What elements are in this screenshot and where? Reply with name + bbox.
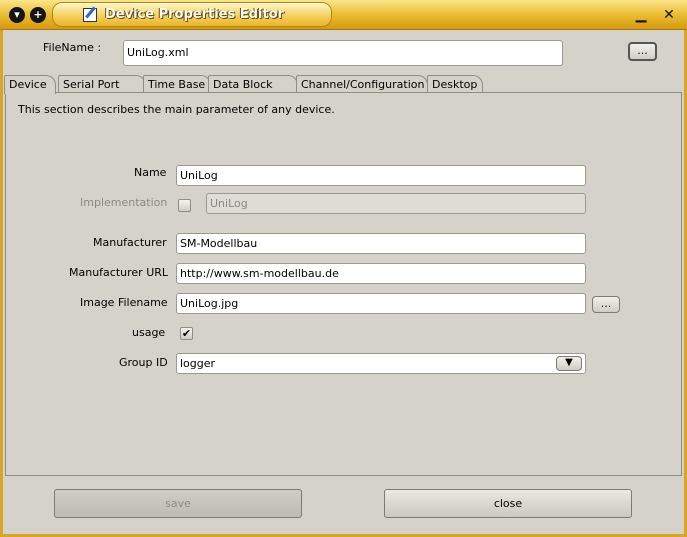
close-button[interactable]: close xyxy=(384,489,632,518)
tab-desktop[interactable]: Desktop xyxy=(427,75,483,93)
implementation-field[interactable]: UniLog xyxy=(206,193,586,214)
usage-label: usage xyxy=(132,326,166,339)
filename-label: FileName : xyxy=(43,41,102,54)
tab-time-base[interactable]: Time Base xyxy=(143,75,211,93)
tab-serial-port[interactable]: Serial Port xyxy=(58,75,146,93)
edit-icon xyxy=(83,8,97,22)
image-filename-label: Image Filename xyxy=(80,296,168,309)
name-label: Name xyxy=(134,166,167,179)
tab-channel-configuration[interactable]: Channel/Configuration xyxy=(296,75,428,93)
image-filename-field[interactable]: UniLog.jpg xyxy=(176,293,586,314)
image-browse-button[interactable]: ... xyxy=(592,296,620,313)
title-bar: ▾ + Device Properties Editor ▁ ✕ xyxy=(0,0,687,30)
menu-icon[interactable]: ▾ xyxy=(9,7,25,23)
implementation-checkbox[interactable] xyxy=(178,199,191,212)
save-button[interactable]: save xyxy=(54,489,302,518)
plus-icon[interactable]: + xyxy=(30,7,46,23)
tab-device[interactable]: Device xyxy=(4,75,56,94)
title-pill[interactable]: Device Properties Editor xyxy=(52,2,332,27)
manufacturer-url-label: Manufacturer URL xyxy=(69,266,169,279)
tab-data-block[interactable]: Data Block xyxy=(208,75,298,93)
device-tab-panel xyxy=(5,92,682,476)
name-field[interactable]: UniLog xyxy=(176,165,586,186)
group-id-label: Group ID xyxy=(119,356,168,369)
manufacturer-label: Manufacturer xyxy=(93,236,167,249)
usage-checkbox[interactable]: ✔ xyxy=(180,327,193,340)
manufacturer-url-field[interactable]: http://www.sm-modellbau.de xyxy=(176,263,586,284)
minimize-icon[interactable]: ▁ xyxy=(633,7,649,23)
section-description: This section describes the main paramete… xyxy=(18,103,335,116)
filename-browse-button[interactable]: ... xyxy=(628,42,657,61)
manufacturer-field[interactable]: SM-Modellbau xyxy=(176,233,586,254)
close-icon[interactable]: ✕ xyxy=(661,7,677,23)
window-title: Device Properties Editor xyxy=(105,7,284,22)
chevron-down-icon[interactable]: ▼ xyxy=(556,356,582,371)
group-id-select[interactable]: logger xyxy=(176,353,586,374)
group-id-value: logger xyxy=(180,357,216,370)
window-frame-left xyxy=(0,30,3,537)
filename-field[interactable]: UniLog.xml xyxy=(123,40,563,66)
implementation-label: Implementation xyxy=(80,196,168,209)
